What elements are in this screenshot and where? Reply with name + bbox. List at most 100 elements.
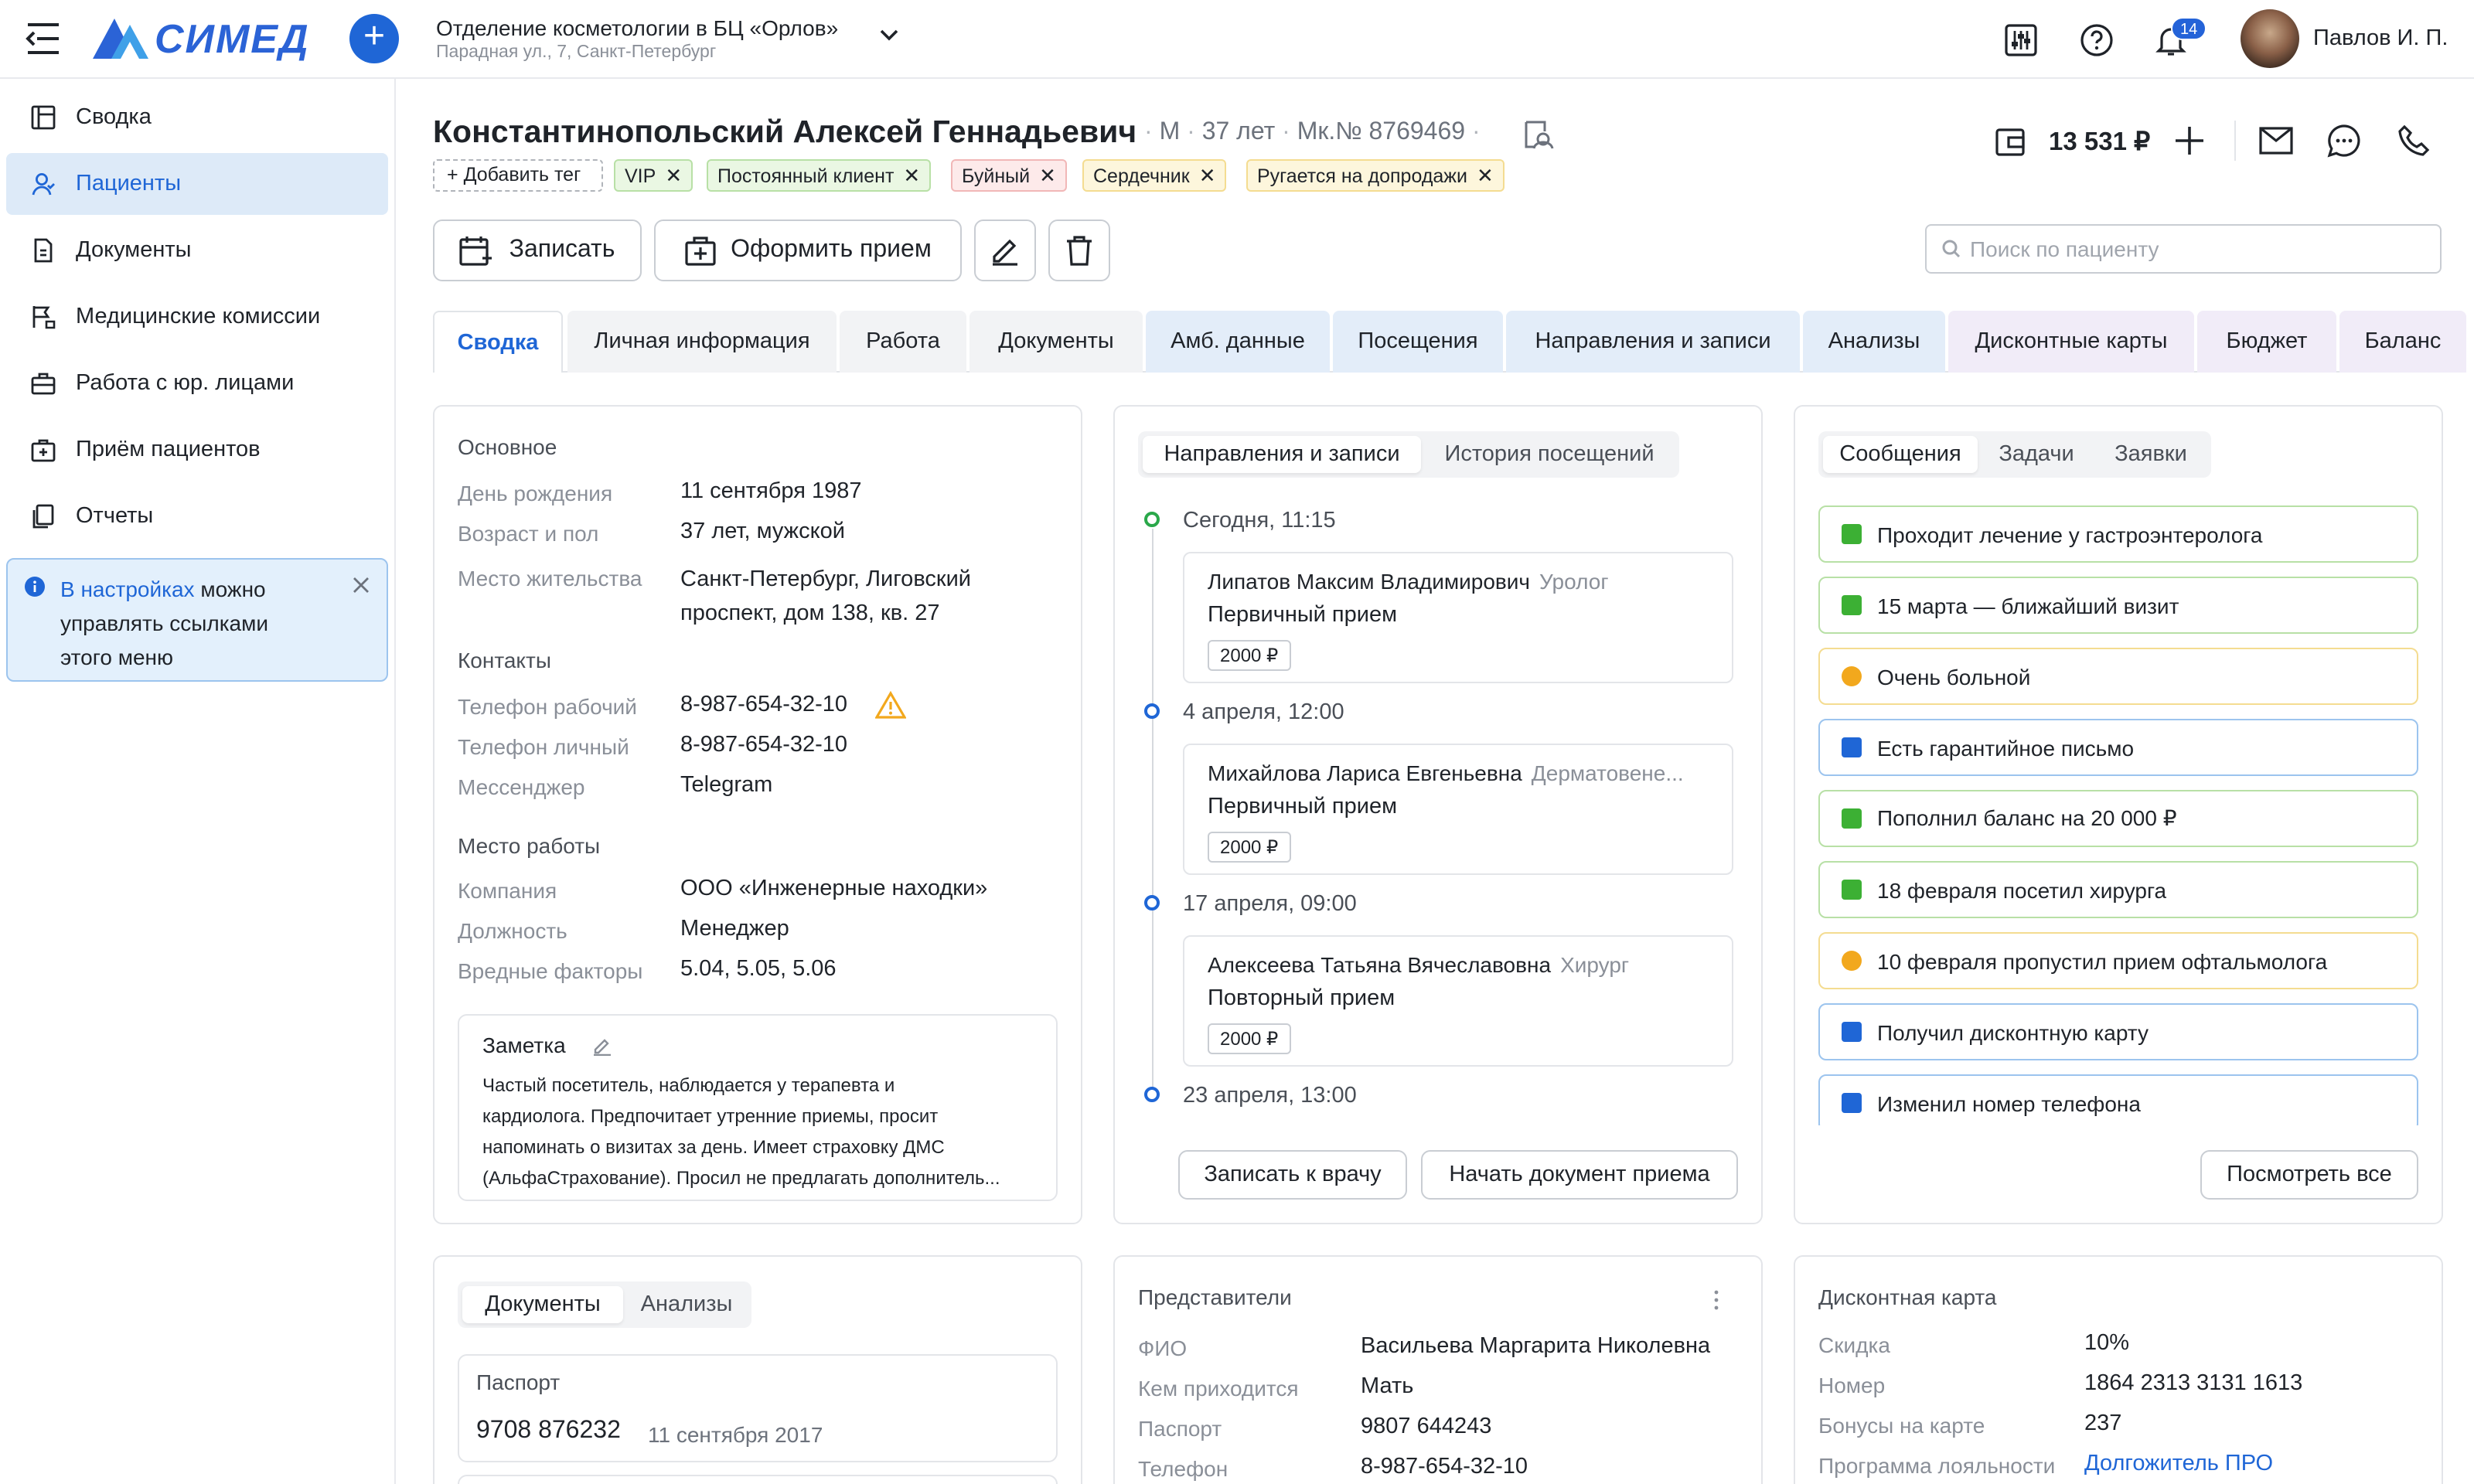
message-item[interactable]: Проходит лечение у гастроэнтеролога	[1818, 505, 2418, 563]
search-icon	[1942, 240, 1961, 258]
visit-card[interactable]: Алексеева Татьяна Вячеславовна Хирург Пов…	[1183, 935, 1733, 1067]
tag-upsell[interactable]: Ругается на допродажи ✕	[1246, 159, 1505, 192]
tag-violent[interactable]: Буйный ✕	[951, 159, 1067, 192]
phone-icon[interactable]	[2397, 124, 2431, 158]
book-doctor-button[interactable]: Записать к врачу	[1178, 1150, 1407, 1200]
view-all-button[interactable]: Посмотреть все	[2200, 1150, 2418, 1200]
visit-card[interactable]: Липатов Максим Владимирович Уролог Первич…	[1183, 552, 1733, 683]
phone-icon	[1842, 1093, 1862, 1113]
close-icon[interactable]: ✕	[1199, 164, 1216, 187]
tag-regular-client[interactable]: Постоянный клиент ✕	[707, 159, 932, 192]
sidebar-item-patients[interactable]: Пациенты	[6, 153, 388, 215]
sidebar-item-reports[interactable]: Отчеты	[6, 485, 388, 547]
briefcase-icon	[31, 373, 56, 395]
tag-heart[interactable]: Сердечник ✕	[1082, 159, 1227, 192]
tab-visits[interactable]: Посещения	[1333, 311, 1503, 373]
user-name[interactable]: Павлов И. П.	[2313, 26, 2448, 51]
book-button[interactable]: Записать	[433, 220, 642, 281]
next-document-card[interactable]	[458, 1475, 1058, 1484]
seg-history[interactable]: История посещений	[1426, 436, 1673, 473]
delete-button[interactable]	[1048, 220, 1110, 281]
seg-requests[interactable]: Заявки	[2094, 436, 2208, 473]
close-icon[interactable]: ✕	[1477, 164, 1494, 187]
start-document-button[interactable]: Начать документ приема	[1421, 1150, 1738, 1200]
tab-summary[interactable]: Сводка	[433, 311, 563, 373]
doctor-specialty: Уролог	[1539, 569, 1609, 594]
visit-type: Повторный прием	[1208, 986, 1395, 1011]
message-item[interactable]: Пополнил баланс на 20 000 ₽	[1818, 790, 2418, 847]
close-icon[interactable]: ✕	[665, 164, 682, 187]
patient-search-input[interactable]: Поиск по пациенту	[1925, 224, 2442, 274]
tab-balance[interactable]: Баланс	[2339, 311, 2466, 373]
patient-card-search-icon[interactable]	[1523, 119, 1554, 150]
documents-icon	[34, 238, 53, 263]
tab-budget[interactable]: Бюджет	[2197, 311, 2336, 373]
visit-price: 2000 ₽	[1208, 832, 1291, 863]
sidebar-item-legal-entities[interactable]: Работа с юр. лицами	[6, 352, 388, 414]
seg-tasks[interactable]: Задачи	[1979, 436, 2094, 473]
seg-referrals[interactable]: Направления и записи	[1143, 436, 1421, 473]
close-icon[interactable]	[353, 577, 370, 594]
message-text: Очень больной	[1877, 664, 2031, 689]
message-item[interactable]: 18 февраля посетил хирурга	[1818, 861, 2418, 918]
menu-collapse-icon[interactable]	[25, 22, 62, 56]
tab-analyses[interactable]: Анализы	[1803, 311, 1945, 373]
message-item[interactable]: Изменил номер телефона	[1818, 1074, 2418, 1125]
sidebar: Сводка Пациенты Документы Медицинские ко…	[0, 79, 396, 1484]
mail-icon[interactable]	[2259, 127, 2293, 155]
make-appointment-button[interactable]: Оформить прием	[654, 220, 962, 281]
message-text: Есть гарантийное письмо	[1877, 735, 2135, 760]
tab-documents[interactable]: Документы	[969, 311, 1143, 373]
message-item[interactable]: Есть гарантийное письмо	[1818, 719, 2418, 776]
close-icon[interactable]: ✕	[903, 164, 920, 187]
edit-button[interactable]	[974, 220, 1036, 281]
chevron-down-icon[interactable]	[878, 28, 900, 43]
avatar[interactable]	[2241, 9, 2299, 68]
message-item[interactable]: 10 февраля пропустил прием офтальмолога	[1818, 932, 2418, 989]
tab-work[interactable]: Работа	[840, 311, 966, 373]
chat-icon[interactable]	[2327, 124, 2361, 158]
tab-discount-cards[interactable]: Дисконтные карты	[1948, 311, 2194, 373]
sidebar-item-reception[interactable]: Приём пациентов	[6, 419, 388, 481]
seg-documents[interactable]: Документы	[462, 1286, 623, 1323]
book-label: Записать	[509, 237, 615, 263]
rep-fio-label: ФИО	[1138, 1336, 1188, 1360]
message-text: Получил дисконтную карту	[1877, 1019, 2149, 1044]
tab-referrals[interactable]: Направления и записи	[1506, 311, 1800, 373]
make-appointment-label: Оформить прием	[731, 237, 932, 263]
sidebar-item-documents[interactable]: Документы	[6, 220, 388, 281]
seg-analyses[interactable]: Анализы	[625, 1286, 748, 1323]
note-line: напоминать о визитах за день. Имеет стра…	[482, 1136, 945, 1158]
add-tag-button[interactable]: + Добавить тег	[433, 159, 603, 192]
loyalty-program-link[interactable]: Долгожитель ПРО	[2084, 1447, 2273, 1481]
visits-segmented: Направления и записи История посещений	[1138, 431, 1679, 478]
bonus-label: Бонусы на карте	[1818, 1413, 1985, 1438]
department-name[interactable]: Отделение косметологии в БЦ «Орлов»	[436, 15, 838, 40]
tab-personal-info[interactable]: Личная информация	[567, 311, 837, 373]
pencil-icon[interactable]	[592, 1036, 612, 1056]
message-item[interactable]: 15 марта — ближайший визит	[1818, 577, 2418, 634]
work-phone-value: 8-987-654-32-10	[680, 693, 848, 717]
message-item[interactable]: Получил дисконтную карту	[1818, 1003, 2418, 1060]
sidebar-item-summary[interactable]: Сводка	[6, 87, 388, 148]
tab-amb-data[interactable]: Амб. данные	[1146, 311, 1330, 373]
trash-icon	[1067, 236, 1092, 266]
sidebar-item-commissions[interactable]: Медицинские комиссии	[6, 286, 388, 348]
message-item[interactable]: Очень больной	[1818, 648, 2418, 705]
tag-label: Постоянный клиент	[717, 165, 895, 187]
visit-card[interactable]: Михайлова Лариса Евгеньевна Дерматовене..…	[1183, 744, 1733, 875]
seg-messages[interactable]: Сообщения	[1823, 436, 1978, 473]
info-text-2: управлять ссылками	[60, 611, 269, 635]
more-vertical-icon[interactable]	[1713, 1289, 1719, 1311]
create-button[interactable]: +	[349, 14, 399, 63]
alert-icon	[1842, 666, 1862, 686]
age-sex-value: 37 лет, мужской	[680, 519, 845, 544]
add-funds-icon[interactable]	[2172, 124, 2206, 158]
residence-line-2: проспект, дом 138, кв. 27	[680, 601, 940, 626]
contacts-title: Контакты	[458, 648, 551, 672]
help-icon[interactable]	[2080, 23, 2114, 57]
tag-vip[interactable]: VIP ✕	[614, 159, 693, 192]
settings-link[interactable]: В настройках	[60, 577, 195, 601]
close-icon[interactable]: ✕	[1039, 164, 1056, 187]
settings-sliders-icon[interactable]	[2004, 23, 2038, 57]
